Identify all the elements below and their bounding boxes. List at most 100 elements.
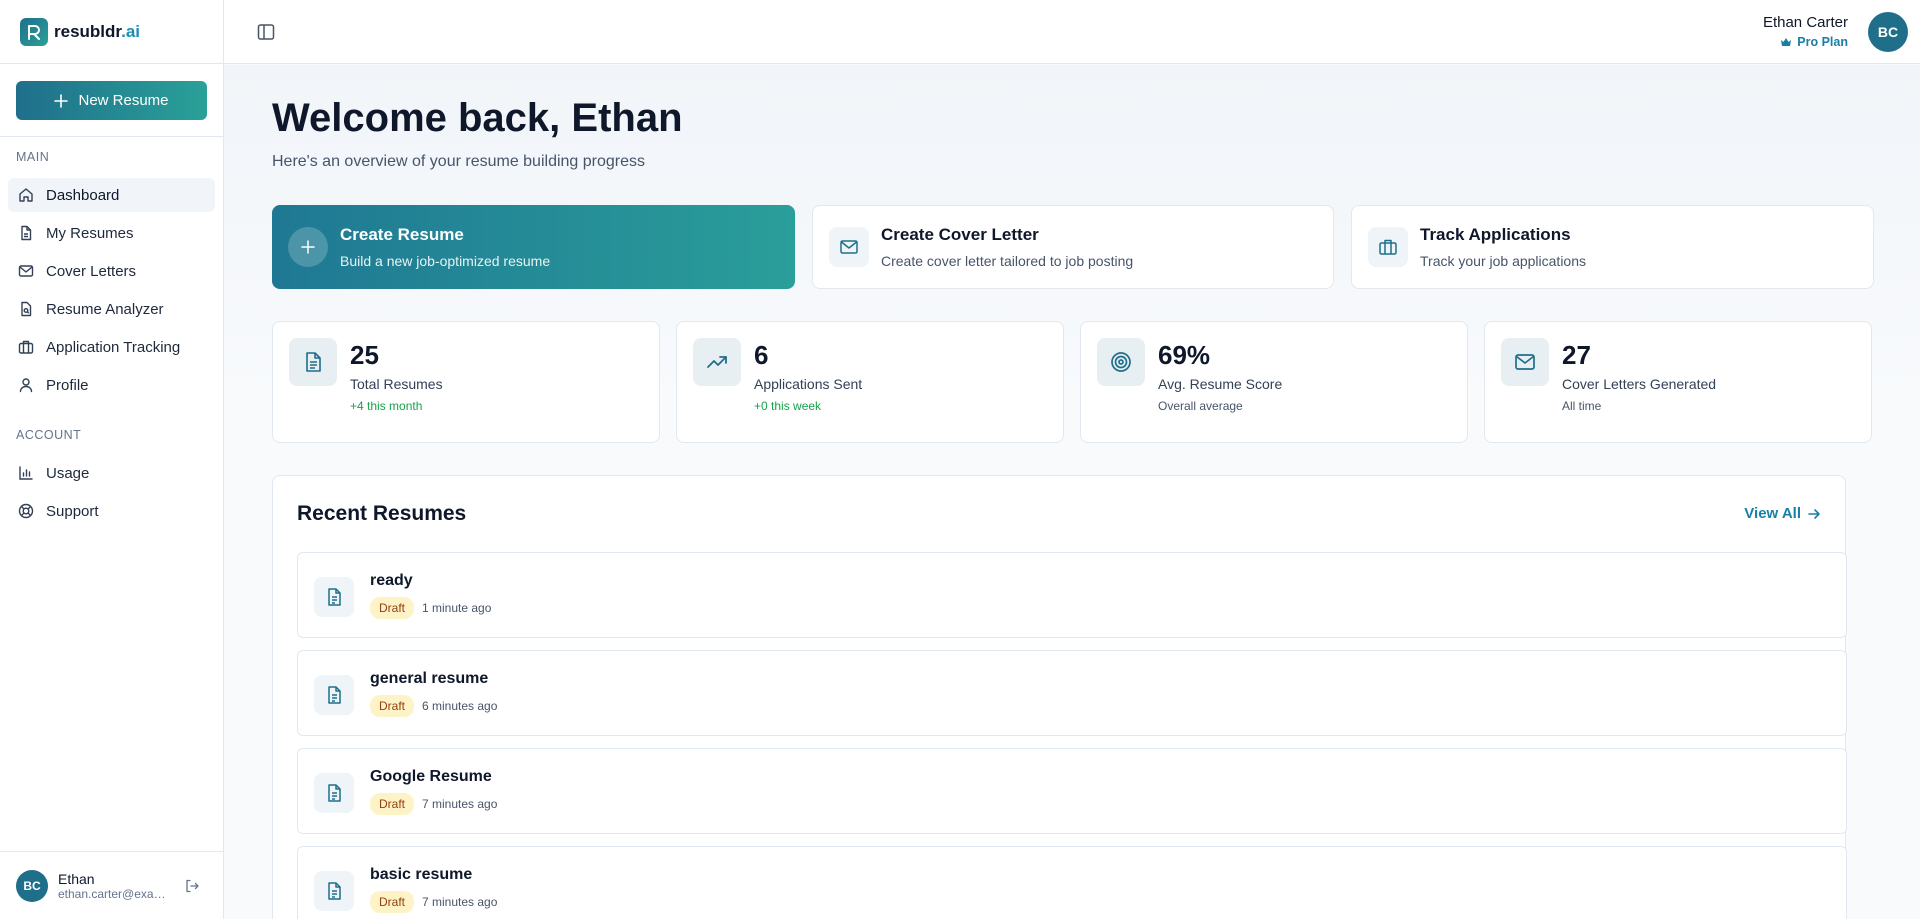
stat-value: 27 — [1562, 340, 1591, 370]
brand-name: resubldr.ai — [54, 21, 140, 41]
document-icon — [289, 338, 337, 386]
logout-icon[interactable] — [184, 878, 200, 894]
mail-icon — [1501, 338, 1549, 386]
document-icon — [314, 675, 354, 715]
track-applications-card[interactable]: Track Applications Track your job applic… — [1351, 205, 1874, 289]
document-icon — [314, 577, 354, 617]
card-title: Create Resume — [340, 225, 464, 244]
sidebar-item-label: Profile — [46, 376, 89, 394]
sidebar-item-label: Support — [46, 502, 99, 520]
user-name: Ethan — [58, 870, 95, 887]
sidebar-item-support[interactable]: Support — [8, 494, 215, 528]
list-item[interactable]: general resume Draft 6 minutes ago — [297, 650, 1847, 736]
home-icon — [18, 187, 34, 203]
plan-label: Pro Plan — [1797, 35, 1848, 49]
card-title: Create Cover Letter — [881, 225, 1039, 244]
timestamp: 7 minutes ago — [422, 895, 498, 909]
list-item[interactable]: basic resume Draft 7 minutes ago — [297, 846, 1847, 919]
create-resume-card[interactable]: Create Resume Build a new job-optimized … — [272, 205, 795, 289]
status-badge: Draft — [370, 793, 415, 815]
new-resume-label: New Resume — [78, 92, 169, 109]
card-desc: Create cover letter tailored to job post… — [881, 253, 1134, 269]
logo-icon — [20, 17, 48, 46]
briefcase-icon — [1368, 227, 1408, 267]
logo[interactable]: resubldr.ai — [0, 0, 223, 64]
card-title: Track Applications — [1420, 225, 1571, 244]
status-badge: Draft — [370, 695, 415, 717]
user-icon — [18, 377, 34, 393]
header-user[interactable]: Ethan Carter Pro Plan — [1763, 14, 1848, 49]
stat-sub: All time — [1562, 399, 1602, 413]
mail-icon — [829, 227, 869, 267]
sidebar-item-usage[interactable]: Usage — [8, 456, 215, 490]
view-all-link[interactable]: View All — [1744, 505, 1821, 522]
sidebar-toggle-icon[interactable] — [256, 22, 276, 42]
trending-up-icon — [693, 338, 741, 386]
stat-sub: +4 this month — [350, 399, 423, 413]
document-icon — [314, 773, 354, 813]
view-all-label: View All — [1744, 505, 1801, 522]
resume-name: general resume — [370, 670, 489, 687]
stat-value: 69% — [1158, 340, 1211, 370]
plus-icon — [288, 227, 328, 267]
sidebar-item-label: Application Tracking — [46, 338, 181, 356]
sidebar-item-dashboard[interactable]: Dashboard — [8, 178, 215, 212]
stat-label: Cover Letters Generated — [1562, 376, 1717, 392]
sidebar-item-label: Dashboard — [46, 186, 120, 204]
sidebar-item-my-resumes[interactable]: My Resumes — [8, 216, 215, 250]
stat-label: Total Resumes — [350, 376, 443, 392]
stat-label: Avg. Resume Score — [1158, 376, 1283, 392]
stat-value: 25 — [350, 340, 379, 370]
sidebar-item-cover-letters[interactable]: Cover Letters — [8, 254, 215, 288]
sidebar: resubldr.ai New Resume MAIN Dashboard My… — [0, 0, 224, 919]
main-content: Welcome back, Ethan Here's an overview o… — [224, 65, 1920, 919]
plus-icon — [54, 93, 69, 108]
status-badge: Draft — [370, 597, 415, 619]
target-icon — [1097, 338, 1145, 386]
stat-card-avg-score: 69% Avg. Resume Score Overall average — [1080, 321, 1468, 443]
user-email: ethan.carter@example.com — [58, 886, 168, 901]
resume-name: Google Resume — [370, 768, 492, 785]
timestamp: 1 minute ago — [422, 601, 492, 615]
briefcase-icon — [18, 339, 34, 355]
header-user-name: Ethan Carter — [1762, 14, 1848, 31]
page-title: Welcome back, Ethan — [272, 96, 683, 140]
divider — [0, 136, 224, 137]
stat-value: 6 — [754, 340, 769, 370]
document-icon — [314, 871, 354, 911]
sidebar-item-application-tracking[interactable]: Application Tracking — [8, 330, 215, 364]
stat-sub: Overall average — [1158, 399, 1243, 413]
new-resume-button[interactable]: New Resume — [16, 81, 207, 120]
recent-resumes-panel: Recent Resumes View All ready Draft 1 mi… — [272, 475, 1847, 919]
create-cover-letter-card[interactable]: Create Cover Letter Create cover letter … — [812, 205, 1334, 289]
section-label-account: ACCOUNT — [16, 428, 82, 442]
timestamp: 7 minutes ago — [422, 797, 498, 811]
list-item[interactable]: Google Resume Draft 7 minutes ago — [297, 748, 1847, 834]
section-label-main: MAIN — [16, 150, 50, 164]
resume-name: ready — [370, 572, 413, 589]
card-desc: Track your job applications — [1420, 253, 1587, 269]
avatar[interactable]: BC — [1868, 12, 1908, 52]
resume-name: basic resume — [370, 866, 473, 883]
card-desc: Build a new job-optimized resume — [340, 253, 551, 269]
stat-card-cover-letters: 27 Cover Letters Generated All time — [1484, 321, 1872, 443]
document-icon — [18, 225, 34, 241]
timestamp: 6 minutes ago — [422, 699, 498, 713]
sidebar-item-label: Resume Analyzer — [46, 300, 164, 318]
sidebar-item-label: Usage — [46, 464, 90, 482]
sidebar-item-label: Cover Letters — [46, 262, 137, 280]
arrow-right-icon — [1807, 507, 1821, 521]
list-item[interactable]: ready Draft 1 minute ago — [297, 552, 1847, 638]
sidebar-item-resume-analyzer[interactable]: Resume Analyzer — [8, 292, 215, 326]
status-badge: Draft — [370, 891, 415, 913]
section-title: Recent Resumes — [297, 502, 467, 525]
mail-icon — [18, 263, 34, 279]
file-search-icon — [18, 301, 34, 317]
sidebar-item-profile[interactable]: Profile — [8, 368, 215, 402]
page-subtitle: Here's an overview of your resume buildi… — [272, 153, 646, 170]
lifebuoy-icon — [18, 503, 34, 519]
stat-sub: +0 this week — [754, 399, 822, 413]
stat-card-total-resumes: 25 Total Resumes +4 this month — [272, 321, 660, 443]
sidebar-user[interactable]: BC Ethan ethan.carter@example.com — [0, 851, 224, 919]
stat-card-applications-sent: 6 Applications Sent +0 this week — [676, 321, 1064, 443]
